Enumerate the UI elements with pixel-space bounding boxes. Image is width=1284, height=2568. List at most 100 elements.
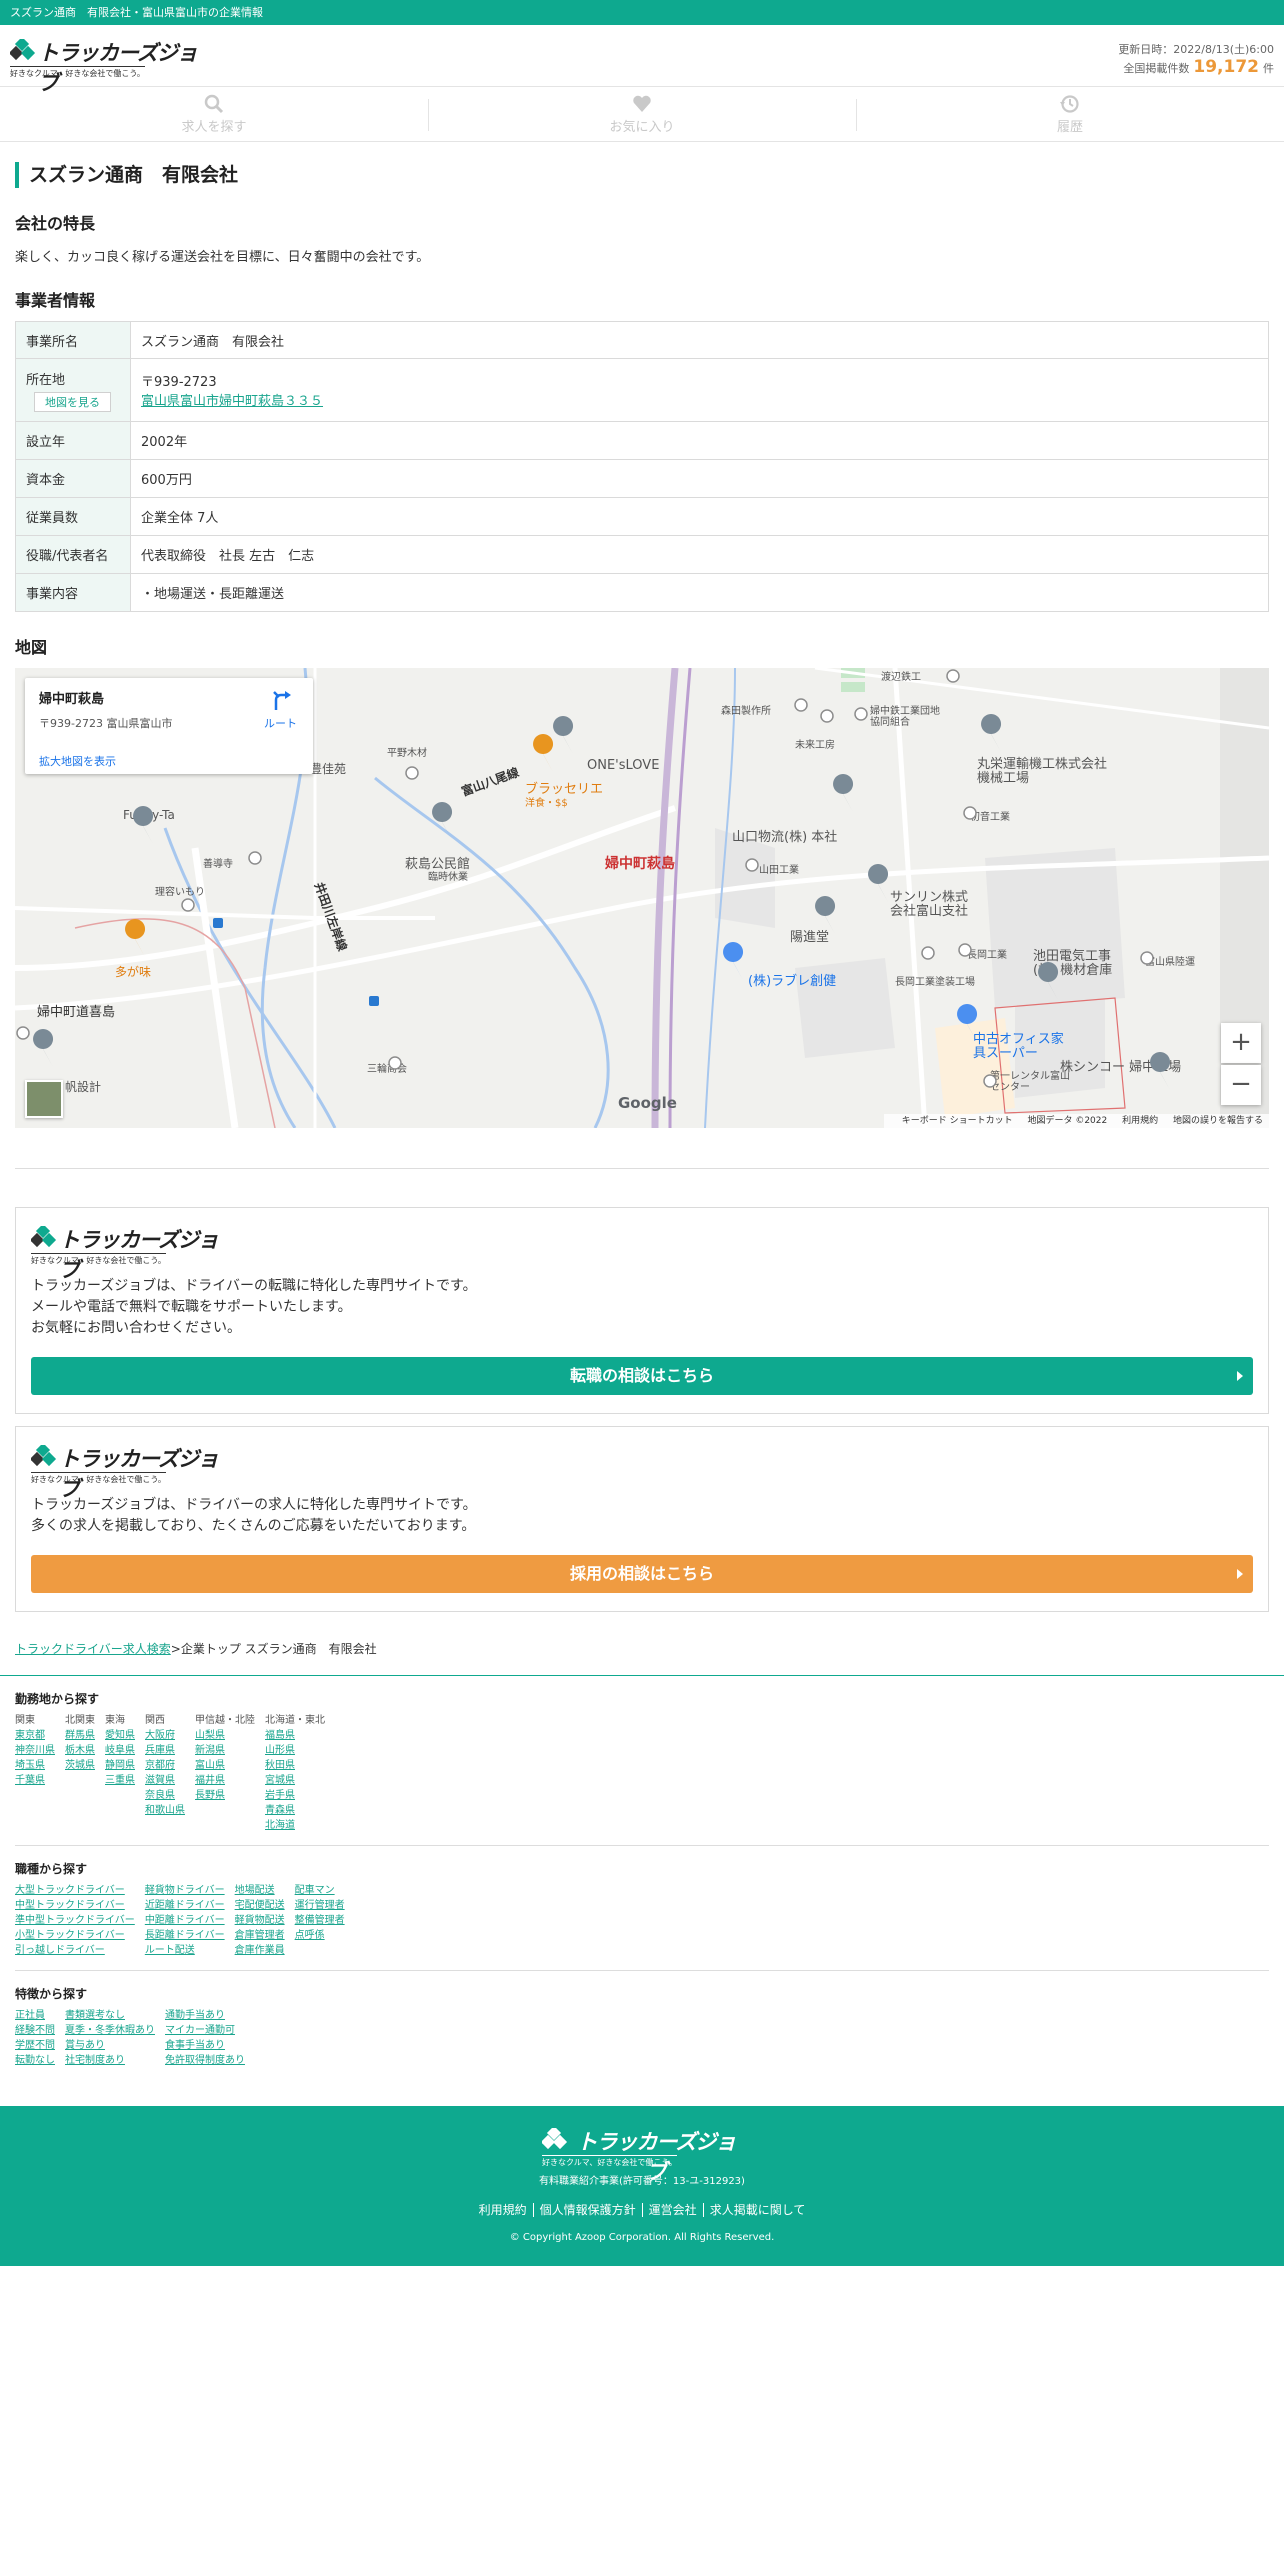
show-map-button[interactable]: 地図を見る (34, 391, 111, 412)
search-link[interactable]: 免許取得制度あり (165, 2053, 245, 2068)
logo-mark-icon (31, 1226, 57, 1248)
link-column: 通勤手当あり マイカー通勤可 食事手当あり 免許取得制度あり (165, 2008, 245, 2068)
search-link[interactable]: 千葉県 (15, 1773, 55, 1788)
footer-link-listing[interactable]: 求人掲載に関して (702, 2203, 812, 2217)
search-link[interactable]: 通勤手当あり (165, 2008, 245, 2023)
search-link[interactable]: 静岡県 (105, 1758, 135, 1773)
feature-columns: 正社員 経験不問 学歴不問 転勤なし 書類選考なし 夏季・冬季休暇あり 賞与あり 社宅制度あり… (15, 2008, 1269, 2068)
row-value: 代表取締役 社長 左古 仁志 (130, 535, 1269, 574)
search-link[interactable]: 東京都 (15, 1728, 55, 1743)
search-link[interactable]: 食事手当あり (165, 2038, 245, 2053)
search-link[interactable]: 長距離ドライバー (145, 1928, 225, 1943)
search-link[interactable]: 岩手県 (265, 1788, 325, 1803)
search-link[interactable]: 長野県 (195, 1788, 255, 1803)
search-link[interactable]: 山梨県 (195, 1728, 255, 1743)
map-terms-link[interactable]: 利用規約 (1122, 1116, 1158, 1126)
search-link[interactable]: 転勤なし (15, 2053, 55, 2068)
search-link[interactable]: 群馬県 (65, 1728, 95, 1743)
footer-logo[interactable]: トラッカーズジョブ 好きなクルマ、好きな会社で働こう。 (542, 2126, 742, 2184)
search-link[interactable]: 富山県 (195, 1758, 255, 1773)
footer-link-privacy[interactable]: 個人情報保護方針 (532, 2203, 642, 2217)
search-link[interactable]: 愛知県 (105, 1728, 135, 1743)
footer-link-terms[interactable]: 利用規約 (473, 2203, 533, 2217)
search-link[interactable]: ルート配送 (145, 1943, 225, 1958)
search-link[interactable]: 整備管理者 (295, 1913, 345, 1928)
search-link[interactable]: 近距離ドライバー (145, 1898, 225, 1913)
search-link[interactable]: 秋田県 (265, 1758, 325, 1773)
satellite-toggle[interactable] (25, 1080, 63, 1118)
row-label: 役職/代表者名 (15, 535, 131, 574)
search-link[interactable]: 経験不問 (15, 2023, 55, 2038)
column-heading: 甲信越・北陸 (195, 1715, 255, 1726)
search-link[interactable]: 賞与あり (65, 2038, 155, 2053)
search-link[interactable]: 中型トラックドライバー (15, 1898, 135, 1913)
search-link[interactable]: 大型トラックドライバー (15, 1883, 135, 1898)
tab-favorites[interactable]: お気に入り (428, 87, 856, 141)
search-link[interactable]: 大阪府 (145, 1728, 185, 1743)
promo-line: メールや電話で無料で転職をサポートいたします。 (31, 1299, 352, 1315)
hiring-consult-button[interactable]: 採用の相談はこちら (31, 1555, 1253, 1593)
tab-search-jobs[interactable]: 求人を探す (0, 87, 428, 141)
search-link[interactable]: マイカー通勤可 (165, 2023, 245, 2038)
search-link[interactable]: 埼玉県 (15, 1758, 55, 1773)
search-link[interactable]: 正社員 (15, 2008, 55, 2023)
search-link[interactable]: 中距離ドライバー (145, 1913, 225, 1928)
search-link[interactable]: 青森県 (265, 1803, 325, 1818)
breadcrumb-current: >企業トップ スズラン通商 有限会社 (170, 1642, 377, 1656)
search-link[interactable]: 和歌山県 (145, 1803, 185, 1818)
search-link[interactable]: 三重県 (105, 1773, 135, 1788)
search-link[interactable]: 運行管理者 (295, 1898, 345, 1913)
search-link[interactable]: 兵庫県 (145, 1743, 185, 1758)
search-link[interactable]: 軽貨物配送 (235, 1913, 285, 1928)
report-map-error-link[interactable]: 地図の誤りを報告する (1173, 1116, 1263, 1126)
breadcrumb: トラックドライバー求人検索>企業トップ スズラン通商 有限会社 (15, 1640, 1269, 1657)
search-link[interactable]: 小型トラックドライバー (15, 1928, 135, 1943)
keyboard-shortcuts-link[interactable]: キーボード ショートカット (902, 1116, 1013, 1126)
search-link[interactable]: 夏季・冬季休暇あり (65, 2023, 155, 2038)
route-button[interactable]: ルート (264, 690, 297, 731)
search-link[interactable]: 福島県 (265, 1728, 325, 1743)
search-link[interactable]: 倉庫管理者 (235, 1928, 285, 1943)
google-map[interactable]: 婦中町萩島 富山八尾線 ブラッセリエ 洋食・$$ 萩島公民館 臨時休業 山口物流… (15, 668, 1269, 1128)
search-link[interactable]: 神奈川県 (15, 1743, 55, 1758)
search-link[interactable]: 滋賀県 (145, 1773, 185, 1788)
career-consult-button[interactable]: 転職の相談はこちら (31, 1357, 1253, 1395)
search-link[interactable]: 宅配便配送 (235, 1898, 285, 1913)
search-link[interactable]: 学歴不問 (15, 2038, 55, 2053)
column-heading: 関東 (15, 1715, 35, 1726)
tab-history[interactable]: 履歴 (856, 87, 1284, 141)
search-link[interactable]: 京都府 (145, 1758, 185, 1773)
enlarge-map-link[interactable]: 拡大地図を表示 (39, 753, 299, 769)
search-link[interactable]: 山形県 (265, 1743, 325, 1758)
search-link[interactable]: 栃木県 (65, 1743, 95, 1758)
search-link[interactable]: 北海道 (265, 1818, 325, 1833)
link-column: 甲信越・北陸山梨県 新潟県 富山県 福井県 長野県 (195, 1713, 255, 1833)
search-link[interactable]: 茨城県 (65, 1758, 95, 1773)
row-value: ・地場運送・長距離運送 (130, 573, 1269, 612)
search-link[interactable]: 地場配送 (235, 1883, 285, 1898)
link-column: 関東東京都 神奈川県 埼玉県 千葉県 (15, 1713, 55, 1833)
search-link[interactable]: 福井県 (195, 1773, 255, 1788)
search-link[interactable]: 新潟県 (195, 1743, 255, 1758)
search-link[interactable]: 岐阜県 (105, 1743, 135, 1758)
search-link[interactable]: 社宅制度あり (65, 2053, 155, 2068)
search-link[interactable]: 点呼係 (295, 1928, 345, 1943)
feature-text: 楽しく、カッコ良く稼げる運送会社を目標に、日々奮闘中の会社です。 (15, 250, 430, 265)
zoom-in-button[interactable]: + (1221, 1023, 1261, 1063)
search-link[interactable]: 軽貨物ドライバー (145, 1883, 225, 1898)
link-column: 軽貨物ドライバー 近距離ドライバー 中距離ドライバー 長距離ドライバー ルート配送 (145, 1883, 225, 1958)
search-link[interactable]: 倉庫作業員 (235, 1943, 285, 1958)
zoom-out-button[interactable]: − (1221, 1065, 1261, 1105)
search-link[interactable]: 引っ越しドライバー (15, 1943, 135, 1958)
footer-link-company[interactable]: 運営会社 (641, 2203, 703, 2217)
table-row: 役職/代表者名 代表取締役 社長 左古 仁志 (15, 535, 1269, 574)
breadcrumb-home-link[interactable]: トラックドライバー求人検索 (15, 1642, 171, 1656)
search-link[interactable]: 奈良県 (145, 1788, 185, 1803)
search-link[interactable]: 書類選考なし (65, 2008, 155, 2023)
row-value: 600万円 (130, 459, 1269, 498)
search-link[interactable]: 宮城県 (265, 1773, 325, 1788)
site-logo[interactable]: トラッカーズジョブ 好きなクルマ、好きな会社で働こう。 (10, 37, 200, 95)
search-link[interactable]: 配車マン (295, 1883, 345, 1898)
search-link[interactable]: 準中型トラックドライバー (15, 1913, 135, 1928)
address-link[interactable]: 富山県富山市婦中町萩島３３５ (141, 394, 323, 409)
